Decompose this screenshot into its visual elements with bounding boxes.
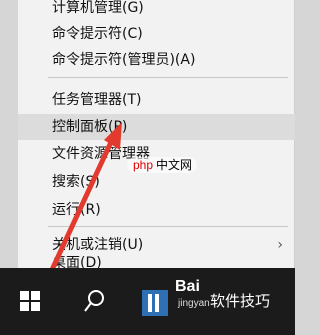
- menu-item-label: 关机或注销(U): [52, 237, 144, 253]
- menu-item-computer-management[interactable]: 计算机管理(G): [18, 0, 295, 20]
- windows-logo-icon: [20, 291, 40, 311]
- menu-item-label: 命令提示符(管理员)(A): [52, 52, 196, 68]
- watermark-text: Bai: [175, 278, 200, 295]
- menu-item-label: 运行(R): [52, 202, 101, 218]
- watermark-subtext: jingyan: [178, 298, 210, 309]
- menu-item-label: 搜索(S): [52, 174, 100, 190]
- badge-text: 中文网: [156, 158, 193, 172]
- watermark-right-text: 软件技巧: [210, 292, 271, 310]
- menu-item-command-prompt-admin[interactable]: 命令提示符(管理员)(A): [18, 48, 295, 72]
- search-button[interactable]: [62, 268, 126, 335]
- menu-item-control-panel[interactable]: 控制面板(P): [18, 114, 295, 140]
- menu-item-label: 计算机管理(G): [52, 0, 144, 16]
- menu-item-label: 控制面板(P): [52, 119, 128, 135]
- watermark-badge: php 中文网: [127, 157, 197, 173]
- context-menu: 计算机管理(G) 命令提示符(C) 命令提示符(管理员)(A) 任务管理器(T)…: [18, 0, 295, 271]
- menu-item-shutdown[interactable]: 关机或注销(U) ›: [18, 233, 295, 257]
- taskbar: Bai jingyan 软件技巧: [0, 268, 295, 335]
- start-button[interactable]: [0, 268, 62, 335]
- php-logo: php: [133, 158, 154, 172]
- menu-item-label: 任务管理器(T): [52, 92, 142, 108]
- menu-item-label: 命令提示符(C): [52, 26, 143, 42]
- menu-item-search[interactable]: 搜索(S): [18, 170, 295, 194]
- search-icon: [84, 290, 104, 312]
- taskbar-app-icon[interactable]: [140, 288, 170, 318]
- chevron-right-icon: ›: [277, 237, 283, 253]
- menu-separator: [48, 77, 288, 78]
- menu-separator: [48, 226, 288, 227]
- menu-item-command-prompt[interactable]: 命令提示符(C): [18, 22, 295, 46]
- menu-item-task-manager[interactable]: 任务管理器(T): [18, 88, 295, 112]
- menu-item-run[interactable]: 运行(R): [18, 198, 295, 222]
